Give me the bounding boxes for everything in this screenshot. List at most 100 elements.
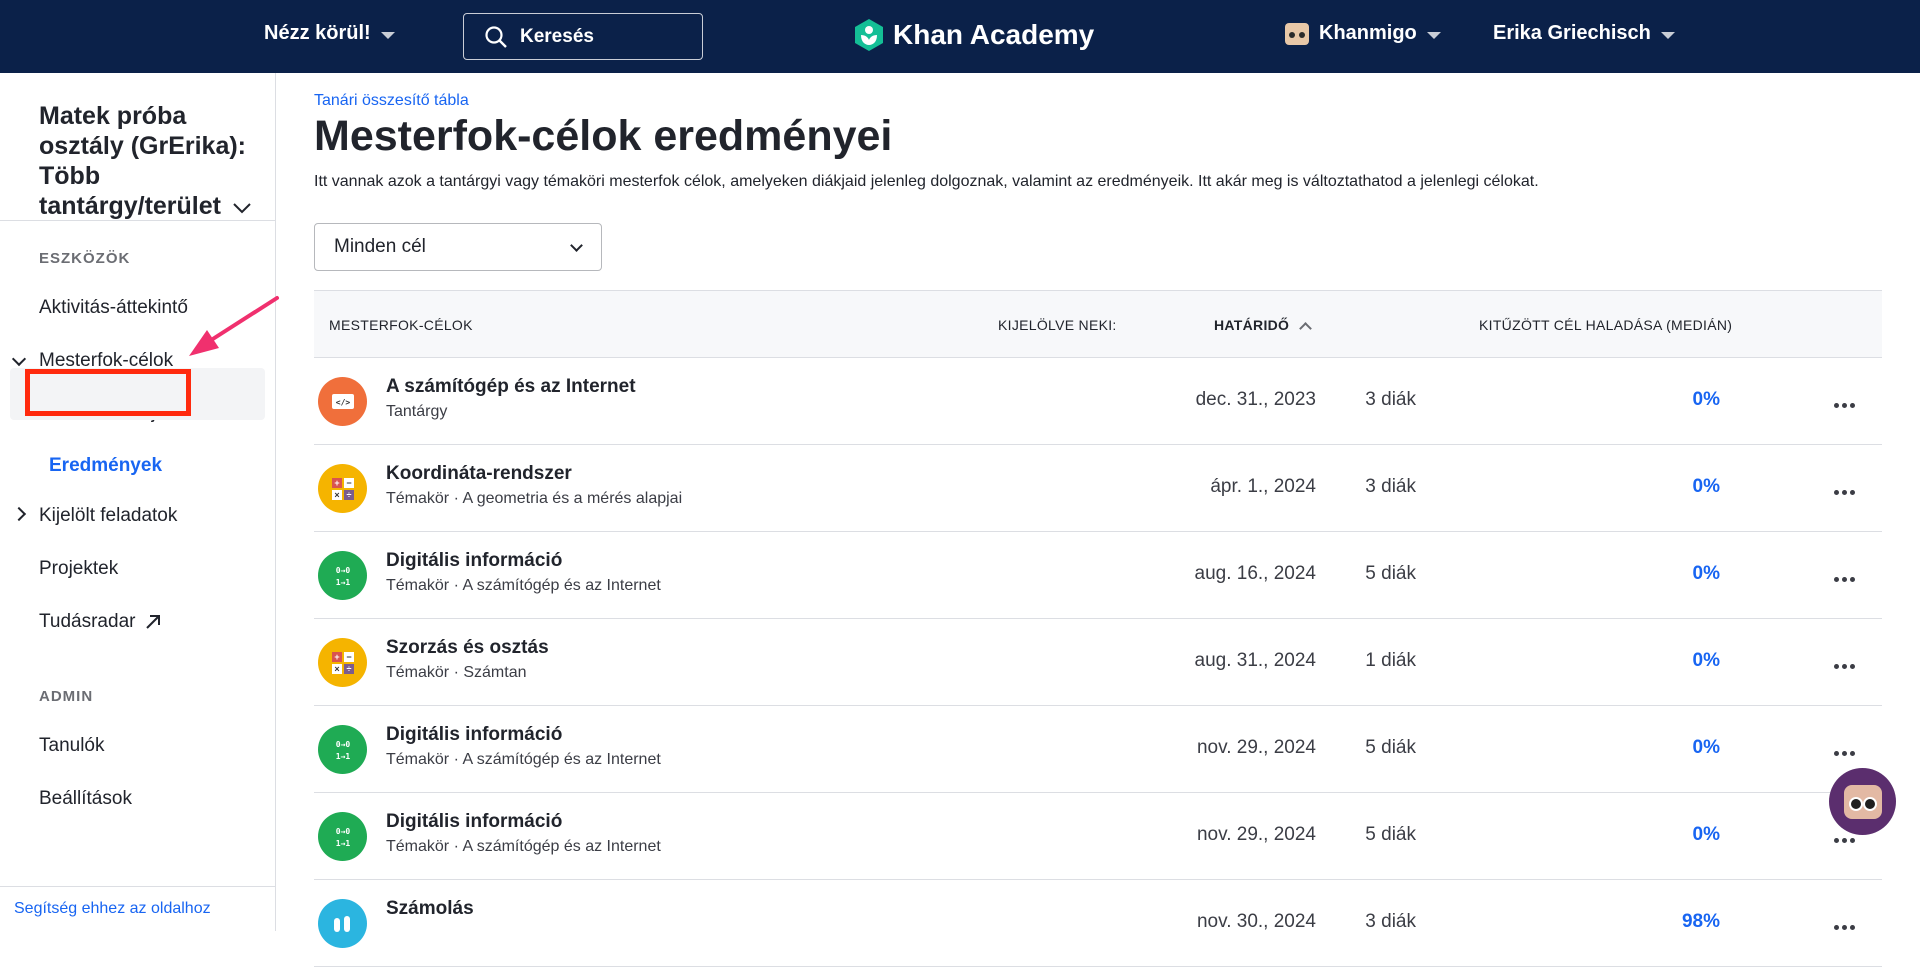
due-date: dec. 31., 2023 bbox=[1195, 389, 1316, 410]
mastery-goals-table: MESTERFOK-CÉLOK KIJELÖLVE NEKI: HATÁRIDŐ… bbox=[314, 290, 1882, 967]
assigned-students[interactable]: 5 diák bbox=[1365, 563, 1416, 585]
column-header-assigned: KIJELÖLVE NEKI: bbox=[998, 317, 1117, 333]
sidebar-item-label: Eredmények bbox=[49, 455, 163, 476]
table-row[interactable]: 0→0 1→1 Digitális információ Témakör · A … bbox=[314, 706, 1882, 793]
divider bbox=[0, 886, 275, 887]
more-options-icon[interactable] bbox=[1832, 649, 1856, 675]
svg-text:1→1: 1→1 bbox=[335, 578, 350, 587]
svg-text:×: × bbox=[334, 664, 339, 674]
chevron-right-icon bbox=[11, 506, 27, 522]
due-date: nov. 29., 2024 bbox=[1196, 737, 1316, 758]
khanmigo-chat-button[interactable] bbox=[1829, 768, 1896, 835]
computer-icon: </> bbox=[318, 377, 367, 426]
more-options-icon[interactable] bbox=[1832, 388, 1856, 414]
goal-subtitle: Témakör · Számtan bbox=[386, 664, 527, 681]
sidebar-item-students[interactable]: Tanulók bbox=[39, 735, 105, 757]
sidebar-item-projects[interactable]: Projektek bbox=[39, 558, 118, 580]
external-link-icon bbox=[146, 615, 161, 629]
chevron-down-icon bbox=[1426, 31, 1441, 39]
page-title: Mesterfok-célok eredményei bbox=[314, 112, 893, 160]
goal-progress[interactable]: 0% bbox=[1693, 476, 1720, 498]
goal-subtitle: Témakör · A számítógép és az Internet bbox=[386, 577, 661, 594]
khanmigo-icon bbox=[1843, 784, 1882, 819]
column-header-progress: KITŰZÖTT CÉL HALADÁSA (MEDIÁN) bbox=[1479, 317, 1733, 333]
sidebar: Matek próba osztály (GrErika): Több tant… bbox=[0, 73, 276, 931]
goal-name[interactable]: A számítógép és az Internet bbox=[386, 376, 636, 398]
chevron-down-icon bbox=[570, 239, 583, 252]
goal-name[interactable]: Digitális információ bbox=[386, 550, 562, 572]
svg-text:−: − bbox=[346, 652, 351, 662]
svg-text:×: × bbox=[334, 490, 339, 500]
table-row[interactable]: + − × ÷ Koordináta-rendszer Témakör · A geo… bbox=[314, 445, 1882, 532]
assigned-students[interactable]: 5 diák bbox=[1365, 737, 1416, 759]
assigned-students[interactable]: 3 diák bbox=[1365, 911, 1416, 933]
svg-text:÷: ÷ bbox=[346, 490, 351, 500]
goal-filter-select[interactable]: Minden cél bbox=[314, 223, 602, 271]
svg-text:0→0: 0→0 bbox=[335, 566, 350, 575]
breadcrumb[interactable]: Tanári összesítő tábla bbox=[314, 92, 469, 110]
khanmigo-icon bbox=[1285, 22, 1309, 45]
chevron-down-icon bbox=[233, 203, 251, 214]
sidebar-item-label: Aktivitás-áttekintő bbox=[39, 297, 188, 318]
divider bbox=[0, 220, 275, 221]
assigned-students[interactable]: 5 diák bbox=[1365, 824, 1416, 846]
sidebar-item-settings[interactable]: Beállítások bbox=[39, 788, 132, 810]
help-link[interactable]: Segítség ehhez az oldalhoz bbox=[14, 900, 211, 918]
assigned-students[interactable]: 1 diák bbox=[1365, 650, 1416, 672]
search-input[interactable]: Keresés bbox=[463, 13, 703, 60]
goal-progress[interactable]: 0% bbox=[1693, 389, 1720, 411]
filter-value: Minden cél bbox=[334, 236, 426, 257]
goal-progress[interactable]: 0% bbox=[1693, 824, 1720, 846]
table-row[interactable]: </> A számítógép és az Internet Tantárgy… bbox=[314, 358, 1882, 445]
table-row[interactable]: + − × ÷ Szorzás és osztás Témakör · Számtan… bbox=[314, 619, 1882, 706]
goal-progress[interactable]: 0% bbox=[1693, 737, 1720, 759]
more-options-icon[interactable] bbox=[1832, 562, 1856, 588]
sidebar-item-assigned-tasks[interactable]: Kijelölt feladatok bbox=[39, 505, 177, 527]
search-placeholder: Keresés bbox=[520, 25, 594, 47]
goal-subtitle: Témakör · A számítógép és az Internet bbox=[386, 838, 661, 855]
goal-progress[interactable]: 0% bbox=[1693, 650, 1720, 672]
khanmigo-label: Khanmigo bbox=[1319, 22, 1417, 44]
khan-academy-logo[interactable]: Khan Academy bbox=[853, 18, 1094, 52]
more-options-icon[interactable] bbox=[1832, 910, 1856, 936]
goal-subtitle: Témakör · A számítógép és az Internet bbox=[386, 751, 661, 768]
more-options-icon[interactable] bbox=[1832, 736, 1856, 762]
explore-menu-button[interactable]: Nézz körül! bbox=[264, 22, 395, 45]
binary-icon: 0→0 1→1 bbox=[318, 812, 367, 861]
goal-subtitle: Tantárgy bbox=[386, 403, 448, 420]
sidebar-item-label: Projektek bbox=[39, 558, 119, 579]
khanmigo-menu-button[interactable]: Khanmigo bbox=[1285, 22, 1441, 45]
highlight-box bbox=[25, 369, 191, 416]
more-options-icon[interactable] bbox=[1832, 475, 1856, 501]
assigned-students[interactable]: 3 diák bbox=[1365, 389, 1416, 411]
sidebar-item-label: Tudásradar bbox=[39, 611, 136, 632]
table-row[interactable]: Számolás 3 diák nov. 30., 2024 98% bbox=[314, 880, 1882, 967]
goal-name[interactable]: Digitális információ bbox=[386, 724, 562, 746]
hands-icon bbox=[318, 899, 367, 948]
goal-name[interactable]: Számolás bbox=[386, 898, 474, 920]
goal-name[interactable]: Koordináta-rendszer bbox=[386, 463, 572, 485]
assigned-students[interactable]: 3 diák bbox=[1365, 476, 1416, 498]
chevron-down-icon bbox=[11, 351, 27, 367]
goal-name[interactable]: Digitális információ bbox=[386, 811, 562, 833]
class-selector[interactable]: Matek próba osztály (GrErika): Több tant… bbox=[39, 101, 269, 221]
sidebar-item-label: Tanulók bbox=[39, 735, 105, 756]
top-navigation-bar: Nézz körül! Keresés Khan Academy Khanmig… bbox=[0, 0, 1920, 73]
table-row[interactable]: 0→0 1→1 Digitális információ Témakör · A … bbox=[314, 532, 1882, 619]
svg-text:÷: ÷ bbox=[346, 664, 351, 674]
goal-name[interactable]: Szorzás és osztás bbox=[386, 637, 549, 659]
math-operators-icon: + − × ÷ bbox=[318, 464, 367, 513]
goal-progress[interactable]: 0% bbox=[1693, 563, 1720, 585]
table-row[interactable]: 0→0 1→1 Digitális információ Témakör · A … bbox=[314, 793, 1882, 880]
svg-text:0→0: 0→0 bbox=[335, 827, 350, 836]
tools-section-label: ESZKÖZÖK bbox=[39, 250, 131, 267]
sidebar-item-knowledge-radar[interactable]: Tudásradar bbox=[39, 611, 161, 633]
sidebar-item-results[interactable]: Eredmények bbox=[49, 455, 162, 477]
goal-subtitle: Témakör · A geometria és a mérés alapjai bbox=[386, 490, 683, 507]
goal-progress[interactable]: 98% bbox=[1682, 911, 1720, 933]
khan-logo-icon bbox=[855, 19, 883, 51]
column-header-due[interactable]: HATÁRIDŐ bbox=[1214, 317, 1313, 335]
chevron-down-icon bbox=[1660, 31, 1675, 39]
user-menu-button[interactable]: Erika Griechisch bbox=[1493, 22, 1675, 45]
sidebar-item-activity-overview[interactable]: Aktivitás-áttekintő bbox=[39, 297, 188, 319]
